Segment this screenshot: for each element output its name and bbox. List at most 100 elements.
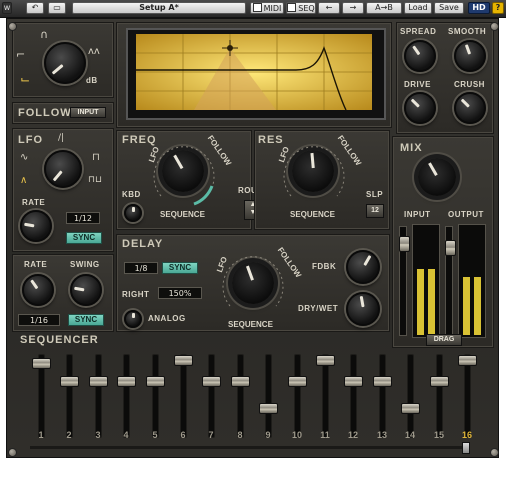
analog-label: ANALOG <box>148 314 186 323</box>
ab-compare-button[interactable]: A→B <box>366 2 402 14</box>
preset-name-field[interactable]: Setup A* <box>72 2 246 14</box>
redo-icon[interactable]: ▭ <box>48 2 66 14</box>
drive-label: DRIVE <box>404 80 431 89</box>
step-number-2: 2 <box>66 430 72 440</box>
sequencer-label: SEQUENCER <box>20 334 99 346</box>
step-number-7: 7 <box>208 430 214 440</box>
step-slider-11[interactable] <box>316 355 335 366</box>
slope-select[interactable]: 12 <box>366 204 384 218</box>
step-number-1: 1 <box>38 430 44 440</box>
waves-logo-icon[interactable]: w <box>2 2 12 14</box>
freq-ring-sequence: SEQUENCE <box>160 210 205 219</box>
ramp-wave-icon: /| <box>58 133 65 143</box>
lfo-shape-knob[interactable] <box>44 150 82 188</box>
undo-icon[interactable]: ↶ <box>26 2 44 14</box>
step-slider-13[interactable] <box>373 376 392 387</box>
step-slot-13 <box>379 354 386 438</box>
mix-knob[interactable] <box>414 154 460 200</box>
step-slider-9[interactable] <box>259 403 278 414</box>
midi-label: MIDI <box>263 4 282 13</box>
step-number-16: 16 <box>461 430 472 440</box>
input-meter-left-bar <box>417 269 424 335</box>
seq-rate-value[interactable]: 1/16 <box>18 314 60 326</box>
step-slider-16[interactable] <box>458 355 477 366</box>
highpass-shape-icon: ⌐ <box>16 48 26 61</box>
crush-knob[interactable] <box>454 92 486 124</box>
step-slider-4[interactable] <box>117 376 136 387</box>
swing-knob[interactable] <box>70 274 102 306</box>
step-slider-15[interactable] <box>430 376 449 387</box>
step-slider-5[interactable] <box>146 376 165 387</box>
input-button[interactable]: INPUT <box>70 107 106 118</box>
step-slider-2[interactable] <box>60 376 79 387</box>
step-number-3: 3 <box>95 430 101 440</box>
step-slider-6[interactable] <box>174 355 193 366</box>
bandpass-shape-icon: ∩ <box>40 28 49 41</box>
top-toolbar: w ↶ ▭ Setup A* MIDI SEQ ← → A→B Load Sav… <box>0 0 506 18</box>
step-number-4: 4 <box>123 430 129 440</box>
step-number-13: 13 <box>376 430 387 440</box>
lfo-rate-value[interactable]: 1/12 <box>66 212 100 224</box>
input-gain-fader[interactable] <box>399 236 410 252</box>
step-slider-7[interactable] <box>202 376 221 387</box>
step-slot-4 <box>123 354 130 438</box>
step-slider-14[interactable] <box>401 403 420 414</box>
slp-label: SLP <box>366 190 384 199</box>
drive-knob[interactable] <box>404 92 436 124</box>
delay-sync-button[interactable]: SYNC <box>162 262 198 274</box>
filter-response-display[interactable] <box>136 34 372 110</box>
drywet-knob[interactable] <box>346 292 380 326</box>
step-slider-10[interactable] <box>288 376 307 387</box>
sequencer-bottom-rail <box>30 446 470 449</box>
seq-rate-knob[interactable] <box>22 274 54 306</box>
mix-label: MIX <box>400 142 423 154</box>
drag-button[interactable]: DRAG <box>426 334 462 346</box>
screw-icon <box>490 22 499 31</box>
step-slot-5 <box>152 354 159 438</box>
output-gain-fader[interactable] <box>445 240 456 256</box>
load-button[interactable]: Load <box>404 2 432 14</box>
seq-toggle[interactable]: SEQ <box>286 2 316 14</box>
step-number-9: 9 <box>265 430 271 440</box>
delay-time-value[interactable]: 1/8 <box>124 262 158 274</box>
step-slider-1[interactable] <box>32 358 51 369</box>
kbd-knob[interactable] <box>124 204 142 222</box>
follow-label: FOLLOW <box>18 107 72 119</box>
step-slider-12[interactable] <box>344 376 363 387</box>
analog-knob[interactable] <box>124 310 142 328</box>
lfo-rate-knob[interactable] <box>20 210 52 242</box>
arrow-right-icon[interactable]: → <box>342 2 364 14</box>
crush-label: CRUSH <box>454 80 485 89</box>
fdbk-knob[interactable] <box>346 250 380 284</box>
lowpass-shape-icon: ⌙ <box>20 72 31 86</box>
screw-icon <box>8 448 17 457</box>
filter-type-knob[interactable] <box>44 42 86 84</box>
step-number-10: 10 <box>291 430 302 440</box>
output-meter-left-bar <box>463 277 470 335</box>
seq-checkbox[interactable] <box>287 3 297 12</box>
midi-checkbox[interactable] <box>252 3 262 12</box>
seq-sync-button[interactable]: SYNC <box>68 314 104 326</box>
res-ring-sequence: SEQUENCE <box>290 210 335 219</box>
random-wave-icon: ⊓⊔ <box>88 175 103 185</box>
output-meter-right-bar <box>474 277 481 335</box>
lfo-sync-button[interactable]: SYNC <box>66 232 102 244</box>
help-button[interactable]: ? <box>492 2 504 14</box>
spread-knob[interactable] <box>404 40 436 72</box>
arrow-left-icon[interactable]: ← <box>318 2 340 14</box>
output-meter-label: OUTPUT <box>448 210 484 219</box>
step-slot-12 <box>350 354 357 438</box>
midi-toggle[interactable]: MIDI <box>250 2 284 14</box>
save-button[interactable]: Save <box>434 2 464 14</box>
smooth-label: SMOOTH <box>448 27 487 36</box>
hd-button[interactable]: HD <box>468 2 490 14</box>
step-slot-8 <box>237 354 244 438</box>
playhead-marker-icon <box>462 442 470 454</box>
step-slider-8[interactable] <box>231 376 250 387</box>
delay-ring-sequence: SEQUENCE <box>228 320 273 329</box>
smooth-knob[interactable] <box>454 40 486 72</box>
step-slot-10 <box>294 354 301 438</box>
step-slider-3[interactable] <box>89 376 108 387</box>
delay-right-value[interactable]: 150% <box>158 287 202 299</box>
lfo-label: LFO <box>18 134 43 146</box>
